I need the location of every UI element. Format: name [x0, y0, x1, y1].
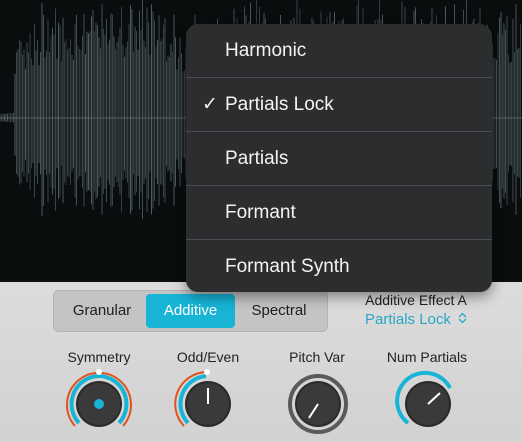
- additive-effect-popup[interactable]: Partials Lock: [350, 311, 482, 328]
- additive-effect-label: Additive Effect A: [365, 292, 467, 308]
- pitch-var-label: Pitch Var: [289, 349, 345, 365]
- odd-even-knob[interactable]: [170, 366, 246, 442]
- pitch-var-knob[interactable]: [280, 366, 356, 442]
- mode-spectral-button[interactable]: Spectral: [235, 294, 323, 328]
- symmetry-label: Symmetry: [67, 349, 131, 365]
- menu-item-label: Harmonic: [225, 40, 307, 61]
- num-partials-label: Num Partials: [386, 349, 468, 365]
- checkmark-icon: ✓: [202, 94, 218, 115]
- synthesis-mode-selector: Granular Additive Spectral: [53, 290, 328, 332]
- menu-item-label: Formant: [225, 202, 296, 223]
- center-dot-icon: [94, 399, 104, 409]
- mode-granular-button[interactable]: Granular: [58, 294, 146, 328]
- menu-item-harmonic[interactable]: Harmonic: [186, 24, 492, 78]
- symmetry-knob[interactable]: [61, 366, 137, 442]
- up-down-chevron-icon: [455, 312, 467, 327]
- menu-item-label: Partials Lock: [225, 94, 334, 115]
- num-partials-knob[interactable]: [390, 366, 466, 442]
- menu-item-label: Formant Synth: [225, 256, 350, 277]
- menu-item-partials[interactable]: Partials: [186, 132, 492, 186]
- odd-even-label: Odd/Even: [176, 349, 240, 365]
- mode-additive-button[interactable]: Additive: [146, 294, 235, 328]
- menu-item-partials-lock[interactable]: ✓ Partials Lock: [186, 78, 492, 132]
- menu-item-formant-synth[interactable]: Formant Synth: [186, 240, 492, 292]
- menu-item-formant[interactable]: Formant: [186, 186, 492, 240]
- menu-item-label: Partials: [225, 148, 289, 169]
- additive-effect-value: Partials Lock: [365, 311, 451, 328]
- additive-effect-menu: Harmonic ✓ Partials Lock Partials Forman…: [186, 24, 492, 292]
